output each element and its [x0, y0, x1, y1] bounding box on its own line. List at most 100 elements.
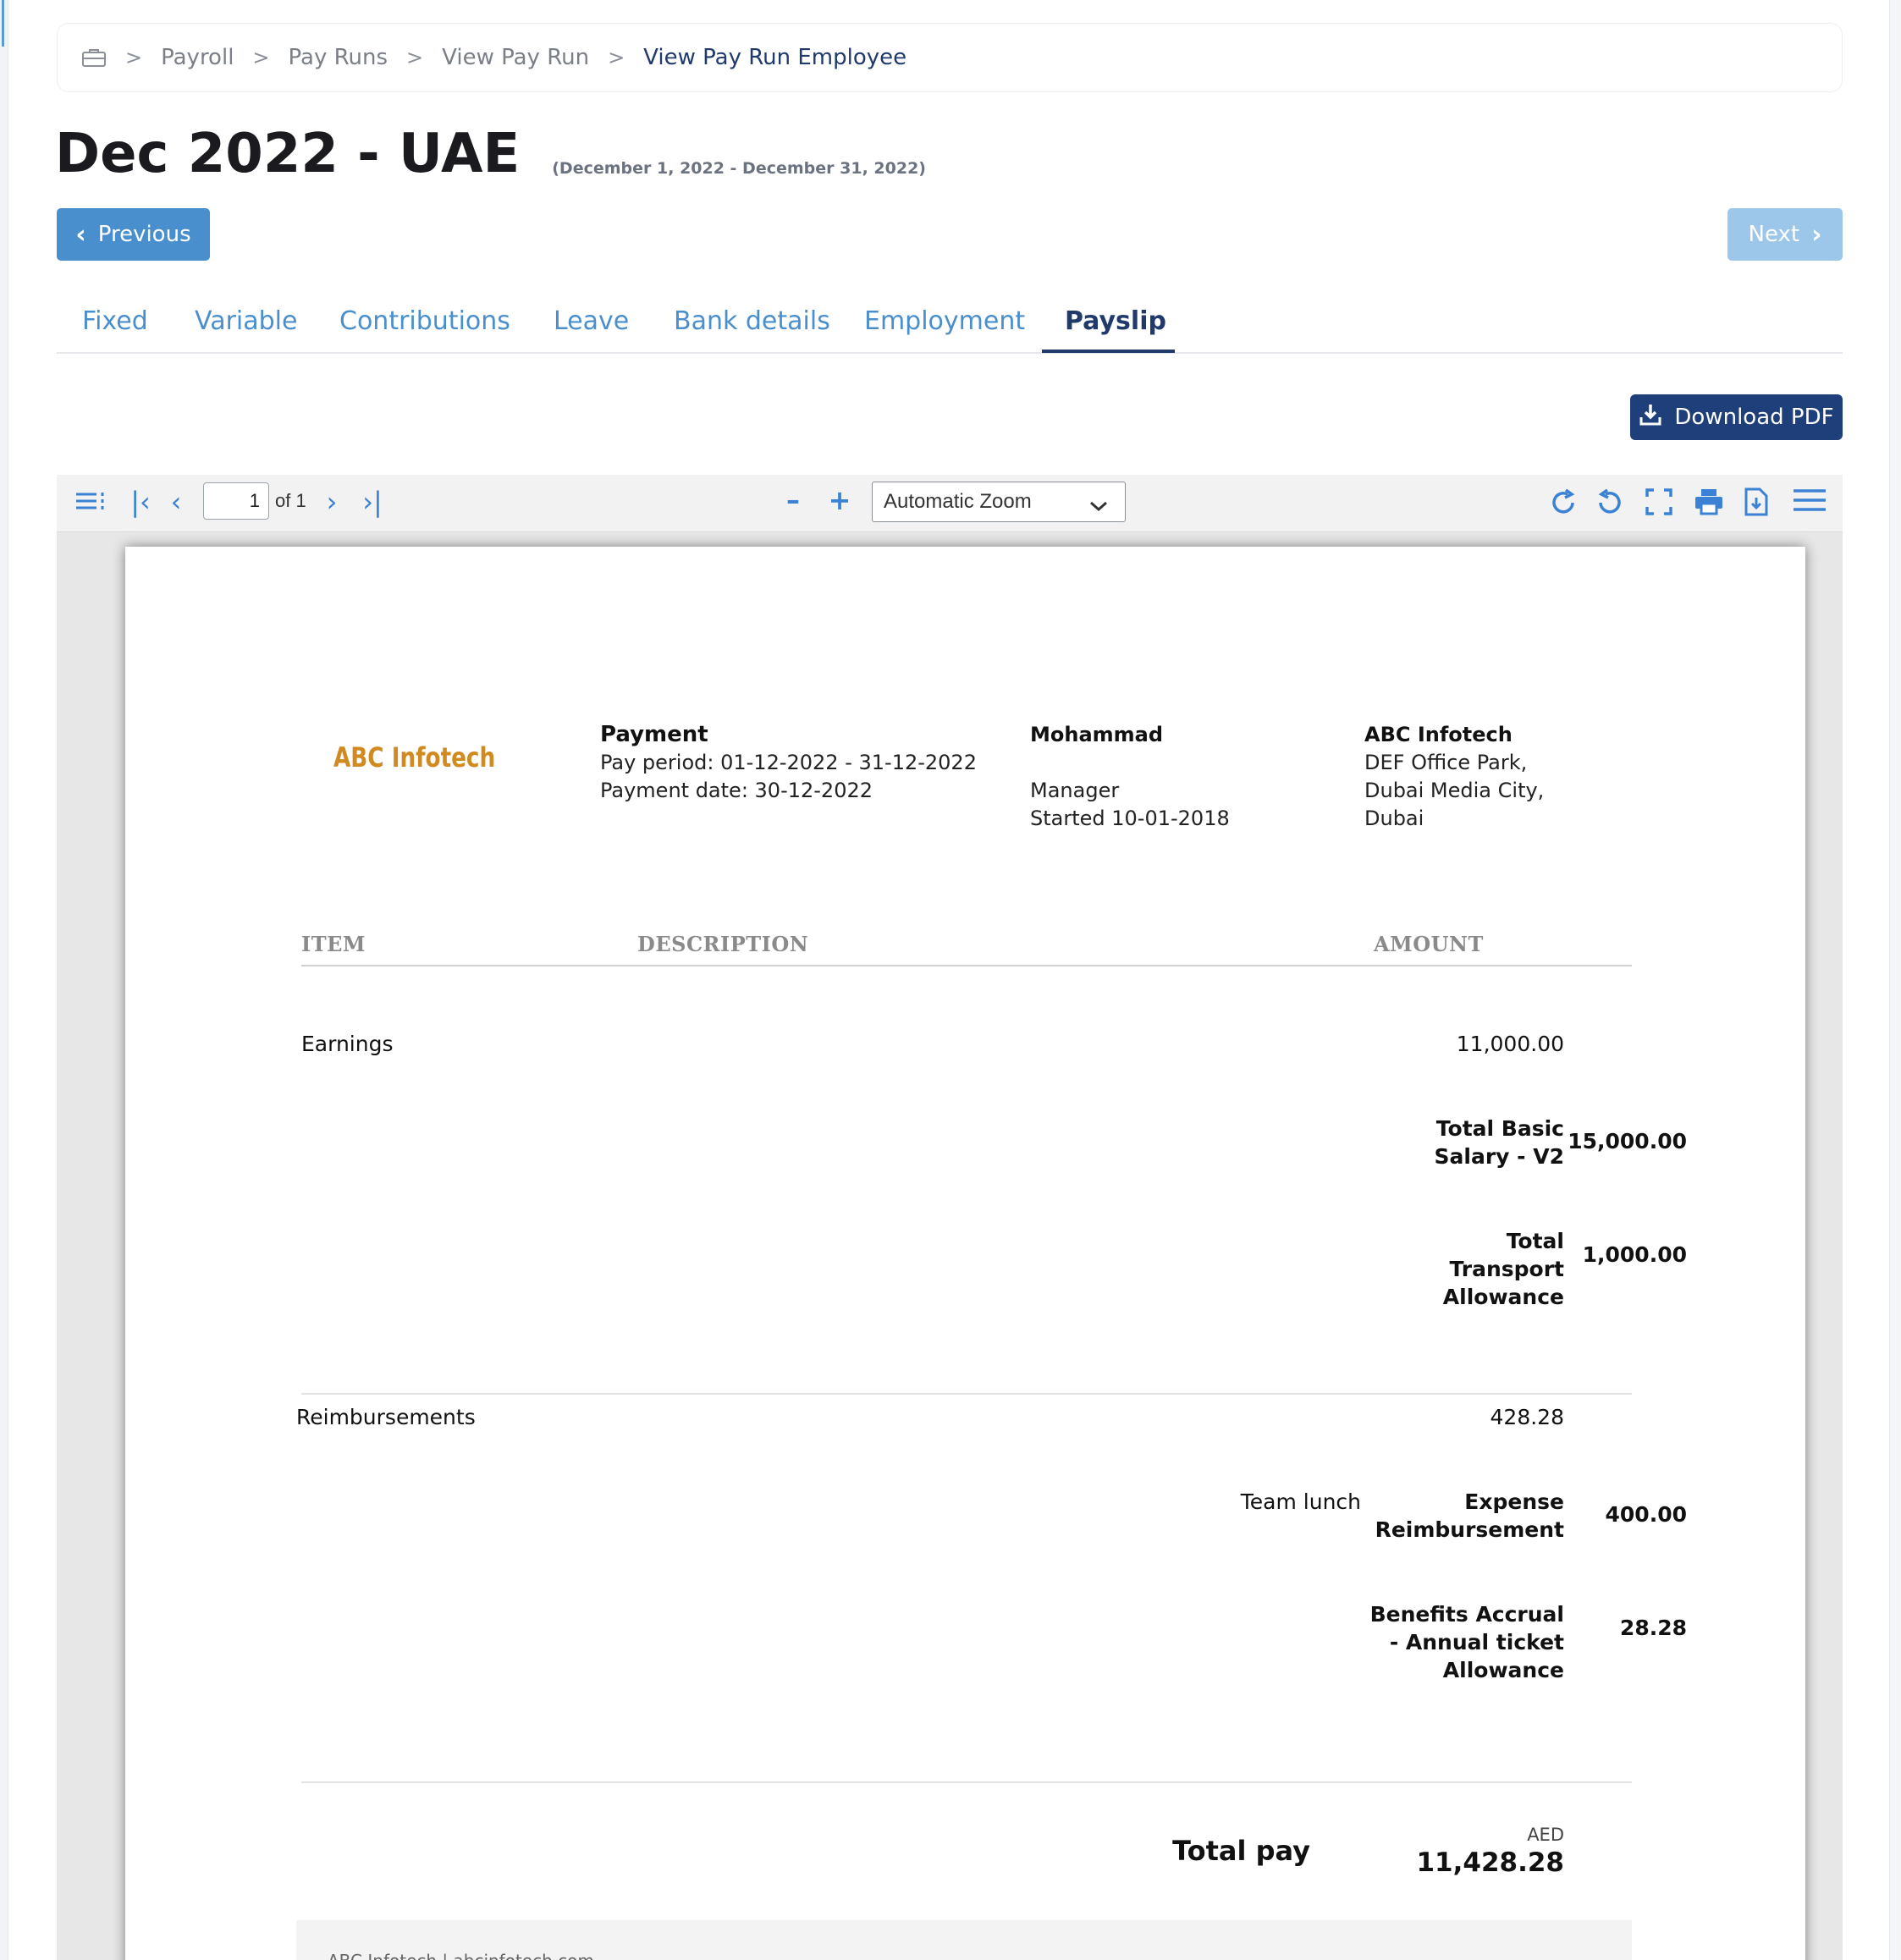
employee-start-date: Started 10-01-2018 — [1030, 807, 1230, 830]
next-button-label: Next — [1748, 222, 1800, 247]
reimbursement-line-label: Expense Reimbursement — [1310, 1488, 1564, 1544]
company-name: ABC Infotech — [1364, 723, 1513, 746]
earnings-label: Earnings — [301, 1032, 394, 1056]
download-pdf-button[interactable]: Download PDF — [1630, 394, 1843, 440]
download-icon — [1639, 403, 1662, 432]
tools-menu-icon[interactable] — [1792, 487, 1827, 520]
company-logo: ABC Infotech — [333, 741, 496, 774]
column-header-item: ITEM — [301, 932, 366, 956]
line-label-part: Transport — [1449, 1257, 1564, 1281]
line-label-part: Total Basic — [1435, 1116, 1564, 1141]
total-pay-amount: 11,428.28 — [1416, 1847, 1564, 1878]
earnings-line-amount: 1,000.00 — [1582, 1242, 1687, 1267]
line-label-part: Allowance — [1442, 1658, 1564, 1682]
chevron-left-icon: ‹ — [75, 219, 86, 250]
chevron-down-icon — [1088, 491, 1110, 530]
breadcrumb-pay-runs[interactable]: Pay Runs — [289, 45, 388, 70]
zoom-in-icon[interactable]: + — [827, 483, 852, 517]
active-tab-indicator — [1042, 350, 1175, 353]
section-divider — [301, 1393, 1632, 1395]
page-header: Dec 2022 - UAE (December 1, 2022 - Decem… — [55, 118, 926, 190]
tab-leave[interactable]: Leave — [554, 306, 629, 336]
tab-variable[interactable]: Variable — [195, 306, 297, 336]
chevron-right-icon: › — [1811, 219, 1822, 250]
line-label-part: Allowance — [1442, 1285, 1564, 1309]
document-download-icon[interactable] — [1741, 487, 1772, 525]
page-count: of 1 — [275, 490, 306, 511]
first-page-icon[interactable]: |‹ — [126, 485, 155, 519]
employee-info: Mohammad Manager Started 10-01-2018 — [1030, 721, 1230, 833]
line-label-part: Expense — [1464, 1489, 1564, 1514]
company-address-line: Dubai — [1364, 807, 1424, 830]
reimbursement-line-amount: 28.28 — [1619, 1616, 1687, 1640]
breadcrumb-current: View Pay Run Employee — [643, 45, 907, 70]
next-page-icon[interactable]: › — [321, 485, 343, 519]
employee-tabs: Fixed Variable Contributions Leave Bank … — [57, 298, 1843, 354]
payment-date: Payment date: 30-12-2022 — [600, 779, 873, 802]
column-header-amount: AMOUNT — [1374, 932, 1484, 956]
print-icon[interactable] — [1692, 487, 1726, 525]
employee-role: Manager — [1030, 779, 1120, 802]
left-edge-marker — [2, 0, 4, 47]
earnings-line-label: Total Basic Salary - V2 — [1310, 1115, 1564, 1170]
section-divider — [301, 1781, 1632, 1783]
table-header-divider — [301, 965, 1632, 966]
reimbursements-total: 428.28 — [1490, 1405, 1564, 1429]
pdf-toolbar: |‹ ‹ 1 of 1 › ›| – + Automatic Zoom — [57, 475, 1843, 532]
tab-payslip[interactable]: Payslip — [1065, 306, 1166, 336]
rotate-counterclockwise-icon[interactable] — [1593, 487, 1627, 526]
pay-period: Pay period: 01-12-2022 - 31-12-2022 — [600, 751, 977, 774]
footer-text: ABC Infotech | abcinfotech.com — [328, 1951, 594, 1960]
company-address-line: DEF Office Park, — [1364, 751, 1528, 774]
zoom-select-value: Automatic Zoom — [884, 490, 1032, 513]
zoom-out-icon[interactable]: – — [780, 483, 806, 517]
breadcrumb: > Payroll > Pay Runs > View Pay Run > Vi… — [57, 23, 1843, 92]
tab-contributions[interactable]: Contributions — [339, 306, 510, 336]
tab-employment[interactable]: Employment — [864, 306, 1025, 336]
download-pdf-label: Download PDF — [1674, 405, 1834, 430]
page-number-input[interactable]: 1 — [203, 482, 269, 520]
pay-period-range: (December 1, 2022 - December 31, 2022) — [552, 159, 926, 178]
line-label-part: Reimbursement — [1375, 1517, 1564, 1542]
next-button[interactable]: Next › — [1727, 208, 1843, 261]
payslip-footer: ABC Infotech | abcinfotech.com — [296, 1920, 1632, 1960]
earnings-total: 11,000.00 — [1456, 1032, 1564, 1056]
rotate-clockwise-icon[interactable] — [1546, 487, 1580, 526]
tab-bank-details[interactable]: Bank details — [674, 306, 830, 336]
sidebar-toggle-icon[interactable] — [74, 487, 107, 520]
column-header-description: DESCRIPTION — [637, 932, 809, 956]
briefcase-icon[interactable] — [81, 47, 107, 68]
line-label-part: - Annual ticket — [1389, 1630, 1564, 1654]
line-label-part: Salary - V2 — [1434, 1144, 1564, 1169]
reimbursements-label: Reimbursements — [296, 1405, 476, 1429]
reimbursement-line-label: Benefits Accrual - Annual ticket Allowan… — [1268, 1600, 1564, 1684]
earnings-line-label: Total Transport Allowance — [1310, 1227, 1564, 1311]
earnings-line-amount: 15,000.00 — [1568, 1129, 1687, 1153]
payment-info: Payment Pay period: 01-12-2022 - 31-12-2… — [600, 721, 977, 805]
left-edge — [0, 0, 8, 1960]
pdf-viewer: |‹ ‹ 1 of 1 › ›| – + Automatic Zoom ABC … — [57, 475, 1843, 1960]
reimbursement-line-amount: 400.00 — [1605, 1502, 1687, 1527]
line-label-part: Benefits Accrual — [1369, 1602, 1564, 1627]
breadcrumb-payroll[interactable]: Payroll — [161, 45, 234, 70]
zoom-select[interactable]: Automatic Zoom — [872, 482, 1126, 522]
previous-page-icon[interactable]: ‹ — [165, 485, 187, 519]
employee-name: Mohammad — [1030, 723, 1164, 746]
fullscreen-icon[interactable] — [1642, 487, 1676, 525]
company-info: ABC Infotech DEF Office Park, Dubai Medi… — [1364, 721, 1544, 833]
breadcrumb-separator: > — [406, 46, 424, 69]
breadcrumb-separator: > — [608, 46, 625, 69]
breadcrumb-separator: > — [125, 46, 143, 69]
total-currency: AED — [1527, 1825, 1564, 1845]
line-label-part: Total — [1506, 1229, 1564, 1253]
last-page-icon[interactable]: ›| — [358, 485, 387, 519]
payslip-page: ABC Infotech Payment Pay period: 01-12-2… — [125, 547, 1805, 1960]
tab-fixed[interactable]: Fixed — [82, 306, 148, 336]
previous-button-label: Previous — [97, 222, 191, 247]
page-title: Dec 2022 - UAE — [55, 123, 521, 185]
breadcrumb-view-pay-run[interactable]: View Pay Run — [442, 45, 589, 70]
breadcrumb-separator: > — [252, 46, 270, 69]
previous-button[interactable]: ‹ Previous — [57, 208, 210, 261]
company-address-line: Dubai Media City, — [1364, 779, 1545, 802]
right-scrollbar[interactable] — [1889, 0, 1901, 1960]
